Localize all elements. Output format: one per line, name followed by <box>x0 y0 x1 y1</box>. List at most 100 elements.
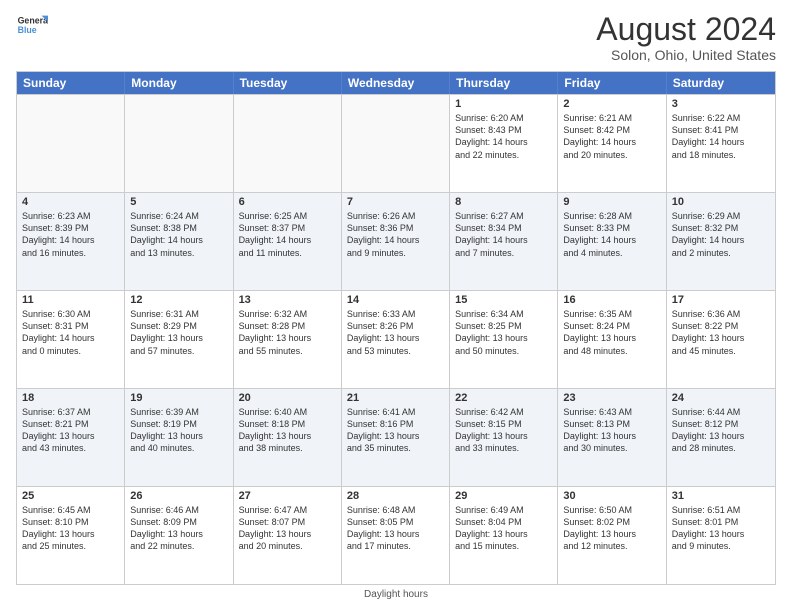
day-cell-6: 6Sunrise: 6:25 AM Sunset: 8:37 PM Daylig… <box>234 193 342 290</box>
day-number: 1 <box>455 98 552 110</box>
day-cell-22: 22 Sunrise: 6:42 AM Sunset: 8:15 PM Dayli… <box>450 389 558 486</box>
day-number: 22 <box>455 392 552 404</box>
day-info: Sunrise: 6:34 AM Sunset: 8:25 PM Dayligh… <box>455 308 552 357</box>
day-info: Sunrise: 6:31 AM Sunset: 8:29 PM Dayligh… <box>130 308 227 357</box>
header-day-wednesday: Wednesday <box>342 72 450 94</box>
day-info: Sunrise: 6:39 AM Sunset: 8:19 PM Dayligh… <box>130 406 227 455</box>
day-info: Sunrise: 6:30 AM Sunset: 8:31 PM Dayligh… <box>22 308 119 357</box>
day-number: 4 <box>22 196 119 208</box>
day-cell-27: 27 Sunrise: 6:47 AM Sunset: 8:07 PM Dayli… <box>234 487 342 584</box>
header: General Blue August 2024 Solon, Ohio, Un… <box>16 12 776 63</box>
day-cell-23: 23 Sunrise: 6:43 AM Sunset: 8:13 PM Dayli… <box>558 389 666 486</box>
day-cell-24: 24Sunrise: 6:44 AM Sunset: 8:12 PM Dayli… <box>667 389 775 486</box>
day-cell-2: 2 Sunrise: 6:21 AM Sunset: 8:42 PM Daylig… <box>558 95 666 192</box>
day-number: 6 <box>239 196 336 208</box>
logo: General Blue <box>16 12 48 40</box>
day-number: 5 <box>130 196 227 208</box>
header-day-tuesday: Tuesday <box>234 72 342 94</box>
empty-cell <box>17 95 125 192</box>
daylight-label: Daylight hours <box>364 589 428 600</box>
day-cell-10: 10 Sunrise: 6:29 AM Sunset: 8:32 PM Dayli… <box>667 193 775 290</box>
day-cell-29: 29 Sunrise: 6:49 AM Sunset: 8:04 PM Dayli… <box>450 487 558 584</box>
month-year: August 2024 <box>596 12 776 47</box>
day-cell-8: 8 Sunrise: 6:27 AM Sunset: 8:34 PM Daylig… <box>450 193 558 290</box>
day-number: 27 <box>239 490 336 502</box>
day-info: Sunrise: 6:24 AM Sunset: 8:38 PM Dayligh… <box>130 210 227 259</box>
calendar-row: 18 Sunrise: 6:37 AM Sunset: 8:21 PM Dayli… <box>17 388 775 486</box>
day-number: 30 <box>563 490 660 502</box>
day-cell-5: 5 Sunrise: 6:24 AM Sunset: 8:38 PM Daylig… <box>125 193 233 290</box>
day-number: 25 <box>22 490 119 502</box>
day-info: Sunrise: 6:33 AM Sunset: 8:26 PM Dayligh… <box>347 308 444 357</box>
day-cell-1: 1 Sunrise: 6:20 AM Sunset: 8:43 PM Daylig… <box>450 95 558 192</box>
day-info: Sunrise: 6:29 AM Sunset: 8:32 PM Dayligh… <box>672 210 770 259</box>
day-info: Sunrise: 6:48 AM Sunset: 8:05 PM Dayligh… <box>347 504 444 553</box>
day-info: Sunrise: 6:22 AM Sunset: 8:41 PM Dayligh… <box>672 112 770 161</box>
day-number: 18 <box>22 392 119 404</box>
day-number: 7 <box>347 196 444 208</box>
day-info: Sunrise: 6:46 AM Sunset: 8:09 PM Dayligh… <box>130 504 227 553</box>
generalblue-logo-icon: General Blue <box>16 12 48 40</box>
day-info: Sunrise: 6:21 AM Sunset: 8:42 PM Dayligh… <box>563 112 660 161</box>
header-day-thursday: Thursday <box>450 72 558 94</box>
day-info: Sunrise: 6:35 AM Sunset: 8:24 PM Dayligh… <box>563 308 660 357</box>
day-info: Sunrise: 6:45 AM Sunset: 8:10 PM Dayligh… <box>22 504 119 553</box>
day-number: 15 <box>455 294 552 306</box>
day-info: Sunrise: 6:37 AM Sunset: 8:21 PM Dayligh… <box>22 406 119 455</box>
day-info: Sunrise: 6:23 AM Sunset: 8:39 PM Dayligh… <box>22 210 119 259</box>
day-cell-31: 31Sunrise: 6:51 AM Sunset: 8:01 PM Dayli… <box>667 487 775 584</box>
day-cell-17: 17 Sunrise: 6:36 AM Sunset: 8:22 PM Dayli… <box>667 291 775 388</box>
day-cell-7: 7 Sunrise: 6:26 AM Sunset: 8:36 PM Daylig… <box>342 193 450 290</box>
day-number: 10 <box>672 196 770 208</box>
day-cell-19: 19Sunrise: 6:39 AM Sunset: 8:19 PM Dayli… <box>125 389 233 486</box>
day-cell-30: 30Sunrise: 6:50 AM Sunset: 8:02 PM Dayli… <box>558 487 666 584</box>
day-cell-28: 28Sunrise: 6:48 AM Sunset: 8:05 PM Dayli… <box>342 487 450 584</box>
day-info: Sunrise: 6:42 AM Sunset: 8:15 PM Dayligh… <box>455 406 552 455</box>
day-info: Sunrise: 6:44 AM Sunset: 8:12 PM Dayligh… <box>672 406 770 455</box>
empty-cell <box>234 95 342 192</box>
day-number: 2 <box>563 98 660 110</box>
calendar-body: 1 Sunrise: 6:20 AM Sunset: 8:43 PM Daylig… <box>17 94 775 584</box>
day-number: 23 <box>563 392 660 404</box>
day-info: Sunrise: 6:43 AM Sunset: 8:13 PM Dayligh… <box>563 406 660 455</box>
day-cell-9: 9 Sunrise: 6:28 AM Sunset: 8:33 PM Daylig… <box>558 193 666 290</box>
day-cell-16: 16Sunrise: 6:35 AM Sunset: 8:24 PM Dayli… <box>558 291 666 388</box>
calendar: SundayMondayTuesdayWednesdayThursdayFrid… <box>16 71 776 585</box>
footer-note: Daylight hours <box>16 589 776 600</box>
day-info: Sunrise: 6:51 AM Sunset: 8:01 PM Dayligh… <box>672 504 770 553</box>
day-cell-3: 3 Sunrise: 6:22 AM Sunset: 8:41 PM Daylig… <box>667 95 775 192</box>
day-info: Sunrise: 6:32 AM Sunset: 8:28 PM Dayligh… <box>239 308 336 357</box>
day-number: 29 <box>455 490 552 502</box>
empty-cell <box>342 95 450 192</box>
day-info: Sunrise: 6:20 AM Sunset: 8:43 PM Dayligh… <box>455 112 552 161</box>
day-number: 13 <box>239 294 336 306</box>
day-number: 17 <box>672 294 770 306</box>
day-number: 21 <box>347 392 444 404</box>
calendar-row: 11Sunrise: 6:30 AM Sunset: 8:31 PM Dayli… <box>17 290 775 388</box>
day-number: 9 <box>563 196 660 208</box>
day-info: Sunrise: 6:47 AM Sunset: 8:07 PM Dayligh… <box>239 504 336 553</box>
day-info: Sunrise: 6:28 AM Sunset: 8:33 PM Dayligh… <box>563 210 660 259</box>
calendar-row: 1 Sunrise: 6:20 AM Sunset: 8:43 PM Daylig… <box>17 94 775 192</box>
day-cell-11: 11Sunrise: 6:30 AM Sunset: 8:31 PM Dayli… <box>17 291 125 388</box>
day-info: Sunrise: 6:40 AM Sunset: 8:18 PM Dayligh… <box>239 406 336 455</box>
calendar-row: 25 Sunrise: 6:45 AM Sunset: 8:10 PM Dayli… <box>17 486 775 584</box>
day-cell-4: 4 Sunrise: 6:23 AM Sunset: 8:39 PM Daylig… <box>17 193 125 290</box>
location: Solon, Ohio, United States <box>596 47 776 63</box>
day-info: Sunrise: 6:36 AM Sunset: 8:22 PM Dayligh… <box>672 308 770 357</box>
header-day-saturday: Saturday <box>667 72 775 94</box>
day-number: 20 <box>239 392 336 404</box>
day-cell-25: 25 Sunrise: 6:45 AM Sunset: 8:10 PM Dayli… <box>17 487 125 584</box>
day-cell-26: 26Sunrise: 6:46 AM Sunset: 8:09 PM Dayli… <box>125 487 233 584</box>
day-number: 8 <box>455 196 552 208</box>
day-number: 3 <box>672 98 770 110</box>
day-cell-18: 18 Sunrise: 6:37 AM Sunset: 8:21 PM Dayli… <box>17 389 125 486</box>
day-cell-20: 20 Sunrise: 6:40 AM Sunset: 8:18 PM Dayli… <box>234 389 342 486</box>
title-block: August 2024 Solon, Ohio, United States <box>596 12 776 63</box>
empty-cell <box>125 95 233 192</box>
day-info: Sunrise: 6:27 AM Sunset: 8:34 PM Dayligh… <box>455 210 552 259</box>
day-info: Sunrise: 6:49 AM Sunset: 8:04 PM Dayligh… <box>455 504 552 553</box>
day-cell-14: 14Sunrise: 6:33 AM Sunset: 8:26 PM Dayli… <box>342 291 450 388</box>
day-info: Sunrise: 6:26 AM Sunset: 8:36 PM Dayligh… <box>347 210 444 259</box>
day-info: Sunrise: 6:41 AM Sunset: 8:16 PM Dayligh… <box>347 406 444 455</box>
